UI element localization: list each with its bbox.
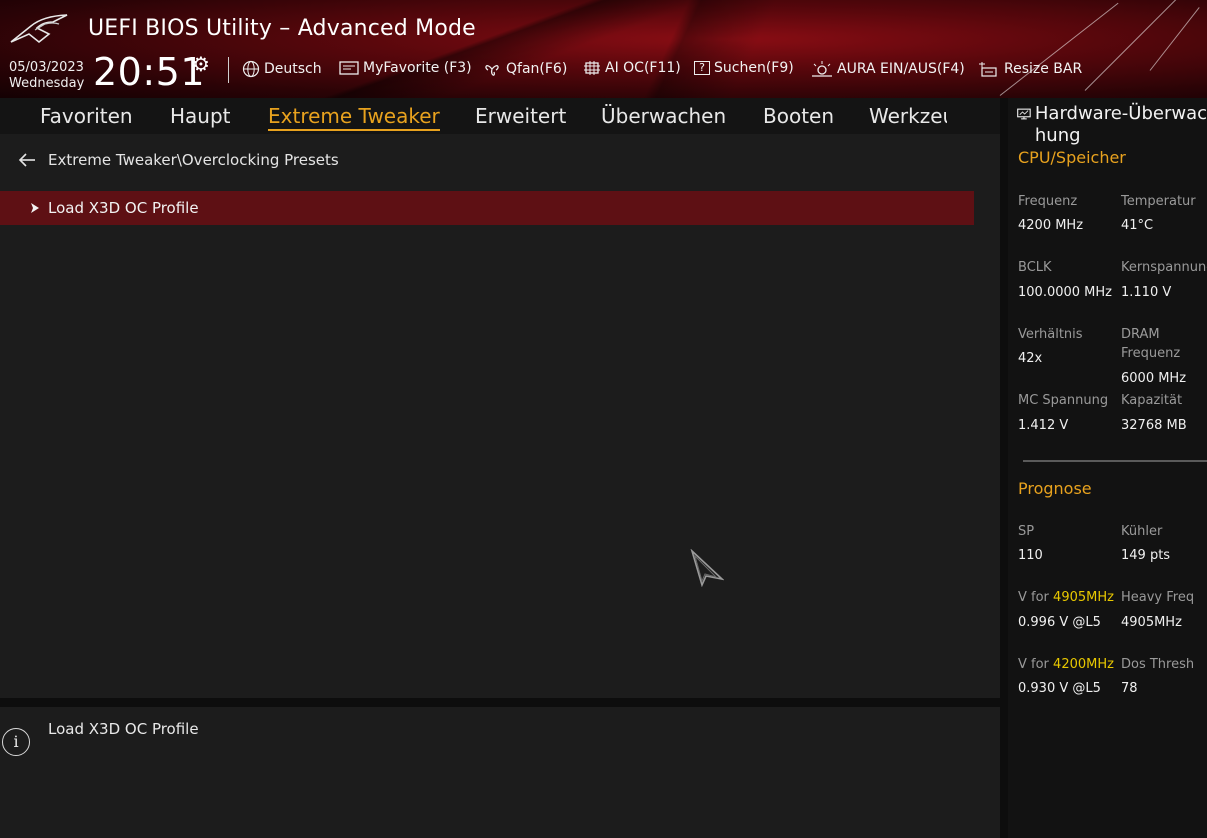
temp-value: 41°C <box>1121 218 1154 233</box>
heavy-freq-value: 4905MHz <box>1121 615 1182 630</box>
myfavorite-icon <box>339 61 359 75</box>
mc-voltage-label: MC Spannung <box>1018 393 1109 408</box>
info-icon: i <box>2 728 30 756</box>
core-voltage-value: 1.110 V <box>1121 285 1172 300</box>
dos-thresh-label: Dos Thresh <box>1121 657 1195 672</box>
sp-label: SP <box>1018 524 1035 539</box>
tab-extreme-tweaker[interactable]: Extreme Tweaker <box>268 104 440 131</box>
resize-bar-icon <box>979 62 997 77</box>
toolbar-divider <box>228 57 229 83</box>
aura-icon <box>812 61 832 77</box>
ai-oc-label: AI OC(F11) <box>605 60 681 76</box>
ratio-value: 42x <box>1018 351 1043 366</box>
myfavorite-button[interactable]: MyFavorite (F3) <box>339 60 472 76</box>
ai-oc-icon <box>584 61 600 75</box>
resize-bar-button[interactable]: Resize BAR <box>978 60 1082 78</box>
ai-oc-button[interactable]: AI OC(F11) <box>583 60 681 76</box>
ratio-label: Verhältnis <box>1018 327 1083 342</box>
search-help-icon: ? <box>694 61 710 75</box>
capacity-value: 32768 MB <box>1121 418 1187 433</box>
tab-booten[interactable]: Booten <box>763 104 834 128</box>
date-text: 05/03/2023 <box>9 60 84 75</box>
dram-label-1: DRAM <box>1121 327 1160 342</box>
mc-voltage-value: 1.412 V <box>1018 418 1069 433</box>
bclk-value: 100.0000 MHz <box>1018 285 1112 300</box>
breadcrumb[interactable]: Extreme Tweaker\Overclocking Presets <box>18 151 339 169</box>
freq-value: 4200 MHz <box>1018 218 1084 233</box>
v-for-2-prefix: V for <box>1018 657 1054 672</box>
fan-icon <box>485 65 499 76</box>
v-for-1-value: 0.996 V @L5 <box>1018 615 1101 630</box>
heavy-freq-label: Heavy Freq <box>1121 590 1195 605</box>
search-label: Suchen(F9) <box>714 60 794 76</box>
temp-label: Temperatur <box>1121 194 1196 209</box>
cooler-value: 149 pts <box>1121 548 1171 563</box>
bclk-label: BCLK <box>1018 260 1052 275</box>
chevron-right-icon <box>31 203 39 213</box>
tab-ueberwachen[interactable]: Überwachen <box>601 104 726 128</box>
monitor-title: Hardware-Überwac hung <box>1034 103 1207 146</box>
monitor-divider <box>1023 460 1207 462</box>
freq-label: Frequenz <box>1018 194 1078 209</box>
gear-icon[interactable]: ⚙ <box>192 52 210 76</box>
resize-bar-label: Resize BAR <box>1004 61 1083 77</box>
v-for-2-freq: 4200MHz <box>1053 657 1114 672</box>
dram-value: 6000 MHz <box>1121 371 1187 386</box>
prognose-section-title: Prognose <box>1018 479 1092 498</box>
v-for-2-label: V for 4200MHz <box>1018 655 1114 675</box>
date-display: 05/03/2023 Wednesday <box>9 60 84 92</box>
back-arrow-icon[interactable] <box>18 153 36 167</box>
tab-haupt[interactable]: Haupt <box>170 104 231 128</box>
menu-item-load-x3d[interactable]: Load X3D OC Profile <box>30 199 199 217</box>
clock: 20:51 <box>93 50 206 94</box>
sp-value: 110 <box>1018 548 1043 563</box>
v-for-1-prefix: V for <box>1018 590 1054 605</box>
rog-logo-icon <box>10 14 68 44</box>
aura-button[interactable]: AURA EIN/AUS(F4) <box>811 60 965 78</box>
globe-icon <box>242 60 260 78</box>
language-button[interactable]: Deutsch <box>242 60 322 78</box>
dos-thresh-value: 78 <box>1121 681 1138 696</box>
search-button[interactable]: ? Suchen(F9) <box>694 60 794 76</box>
monitor-header: Hardware-Überwac hung <box>1017 103 1207 147</box>
tab-erweitert[interactable]: Erweitert <box>475 104 566 128</box>
myfavorite-label: MyFavorite (F3) <box>363 60 472 76</box>
help-text: Load X3D OC Profile <box>48 720 199 738</box>
v-for-1-freq: 4905MHz <box>1053 590 1114 605</box>
qfan-label: Qfan(F6) <box>506 61 568 77</box>
menu-item-label: Load X3D OC Profile <box>48 199 199 217</box>
qfan-button[interactable]: Qfan(F6) <box>482 60 567 78</box>
mouse-pointer-icon <box>690 549 724 587</box>
weekday-text: Wednesday <box>9 76 85 91</box>
core-voltage-label: Kernspannung <box>1121 260 1207 275</box>
v-for-1-label: V for 4905MHz <box>1018 588 1114 608</box>
tab-werkzeug[interactable]: Werkzeu <box>869 104 947 128</box>
dram-label-2: Frequenz <box>1121 346 1181 361</box>
app-title: UEFI BIOS Utility – Advanced Mode <box>88 16 476 41</box>
v-for-2-value: 0.930 V @L5 <box>1018 681 1101 696</box>
language-label: Deutsch <box>264 61 322 77</box>
tab-favoriten[interactable]: Favoriten <box>40 104 133 128</box>
cpu-section-title: CPU/Speicher <box>1018 148 1126 167</box>
cooler-label: Kühler <box>1121 524 1163 539</box>
aura-label: AURA EIN/AUS(F4) <box>837 61 965 77</box>
breadcrumb-text: Extreme Tweaker\Overclocking Presets <box>48 151 339 169</box>
capacity-label: Kapazität <box>1121 393 1183 408</box>
monitor-icon <box>1017 108 1031 120</box>
